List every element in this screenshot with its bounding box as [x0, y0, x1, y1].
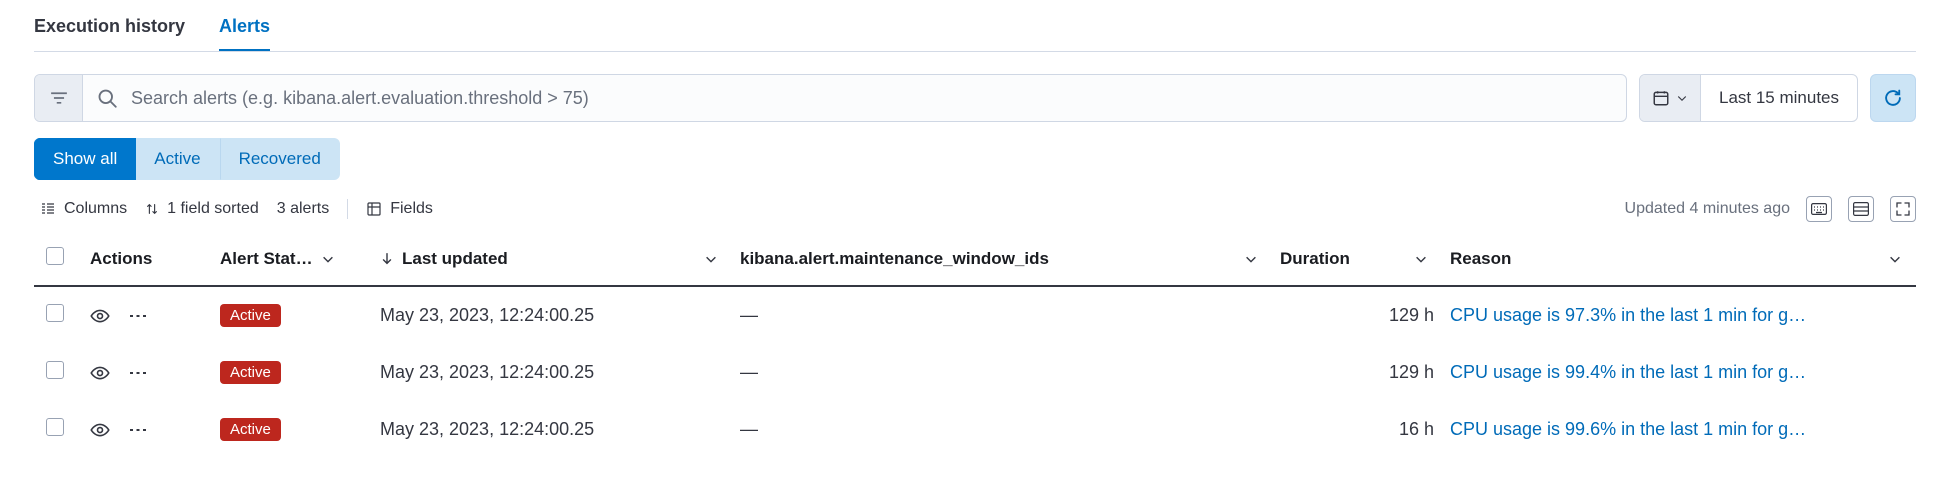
- view-details-button[interactable]: [90, 420, 110, 440]
- columns-button[interactable]: Columns: [40, 200, 127, 218]
- table-row: Active May 23, 2023, 12:24:00.25—129 h CPU…: [34, 286, 1916, 344]
- table-controls-bar: Columns 1 field sorted 3 alerts Fields U…: [40, 196, 1916, 222]
- table-header-row: Actions Alert Stat… Last updated: [34, 232, 1916, 286]
- col-reason-label: Reason: [1450, 249, 1511, 269]
- refresh-icon: [1883, 88, 1903, 108]
- search-input[interactable]: [129, 87, 1612, 110]
- tab-execution-history[interactable]: Execution history: [34, 8, 185, 51]
- more-actions-button[interactable]: [128, 313, 148, 319]
- sorted-button[interactable]: 1 field sorted: [145, 200, 259, 218]
- cell-maintenance-window: —: [732, 401, 1272, 458]
- filter-recovered[interactable]: Recovered: [220, 138, 340, 180]
- table-row: Active May 23, 2023, 12:24:00.25—16 h CPU …: [34, 401, 1916, 458]
- sorted-label: 1 field sorted: [167, 200, 259, 218]
- tab-alerts[interactable]: Alerts: [219, 8, 270, 51]
- tabs: Execution history Alerts: [34, 8, 1916, 52]
- cell-maintenance-window: —: [732, 286, 1272, 344]
- table-row: Active May 23, 2023, 12:24:00.25—129 h CPU…: [34, 344, 1916, 401]
- cell-duration: 129 h: [1272, 344, 1442, 401]
- alert-count: 3 alerts: [277, 200, 329, 218]
- filter-button[interactable]: [35, 75, 83, 121]
- fields-button[interactable]: Fields: [366, 200, 433, 218]
- status-badge: Active: [220, 361, 281, 384]
- columns-label: Columns: [64, 200, 127, 218]
- cell-last-updated: May 23, 2023, 12:24:00.25: [372, 286, 732, 344]
- keyboard-shortcuts-button[interactable]: [1806, 196, 1832, 222]
- chevron-down-icon: [1676, 92, 1688, 104]
- col-updated-label: Last updated: [402, 249, 508, 269]
- filter-show-all[interactable]: Show all: [34, 138, 136, 180]
- sort-icon: [145, 202, 159, 216]
- row-checkbox[interactable]: [46, 418, 64, 436]
- view-details-button[interactable]: [90, 363, 110, 383]
- col-duration[interactable]: Duration: [1272, 232, 1442, 286]
- search-wrap: [34, 74, 1627, 122]
- time-range-label[interactable]: Last 15 minutes: [1701, 75, 1857, 121]
- fullscreen-icon: [1895, 201, 1911, 217]
- row-checkbox[interactable]: [46, 361, 64, 379]
- fullscreen-button[interactable]: [1890, 196, 1916, 222]
- columns-icon: [40, 201, 56, 217]
- filter-active[interactable]: Active: [136, 138, 219, 180]
- col-reason[interactable]: Reason: [1442, 232, 1916, 286]
- list-icon: [1853, 202, 1869, 216]
- cell-duration: 16 h: [1272, 401, 1442, 458]
- calendar-icon: [1652, 89, 1670, 107]
- col-status-label: Alert Stat…: [220, 249, 313, 269]
- reason-link[interactable]: CPU usage is 99.4% in the last 1 min for…: [1450, 362, 1908, 383]
- col-select: [34, 232, 82, 286]
- fields-icon: [366, 201, 382, 217]
- col-actions: Actions: [82, 232, 212, 286]
- search-icon: [97, 88, 117, 108]
- fields-label: Fields: [390, 200, 433, 218]
- reason-link[interactable]: CPU usage is 99.6% in the last 1 min for…: [1450, 419, 1908, 440]
- cell-maintenance-window: —: [732, 344, 1272, 401]
- col-mw-label: kibana.alert.maintenance_window_ids: [740, 249, 1049, 269]
- cell-last-updated: May 23, 2023, 12:24:00.25: [372, 401, 732, 458]
- status-badge: Active: [220, 418, 281, 441]
- chevron-down-icon: [1888, 252, 1902, 266]
- time-picker: Last 15 minutes: [1639, 74, 1858, 122]
- chevron-down-icon: [1414, 252, 1428, 266]
- col-actions-label: Actions: [90, 249, 152, 268]
- status-filter-group: Show all Active Recovered: [34, 138, 340, 180]
- filter-icon: [50, 89, 68, 107]
- more-actions-button[interactable]: [128, 370, 148, 376]
- refresh-button[interactable]: [1870, 74, 1916, 122]
- cell-last-updated: May 23, 2023, 12:24:00.25: [372, 344, 732, 401]
- alerts-table: Actions Alert Stat… Last updated: [34, 232, 1916, 458]
- search-box: [83, 75, 1626, 121]
- col-duration-label: Duration: [1280, 249, 1350, 269]
- reason-link[interactable]: CPU usage is 97.3% in the last 1 min for…: [1450, 305, 1908, 326]
- chevron-down-icon: [704, 252, 718, 266]
- updated-label: Updated 4 minutes ago: [1625, 200, 1790, 218]
- toolbar: Last 15 minutes: [34, 74, 1916, 122]
- col-status[interactable]: Alert Stat…: [212, 232, 372, 286]
- sort-desc-icon: [380, 252, 394, 266]
- time-quick-select[interactable]: [1640, 75, 1701, 121]
- col-last-updated[interactable]: Last updated: [372, 232, 732, 286]
- col-maintenance-window[interactable]: kibana.alert.maintenance_window_ids: [732, 232, 1272, 286]
- cell-duration: 129 h: [1272, 286, 1442, 344]
- row-checkbox[interactable]: [46, 304, 64, 322]
- view-details-button[interactable]: [90, 306, 110, 326]
- keyboard-icon: [1811, 203, 1827, 215]
- chevron-down-icon: [1244, 252, 1258, 266]
- select-all-checkbox[interactable]: [46, 247, 64, 265]
- display-options-button[interactable]: [1848, 196, 1874, 222]
- more-actions-button[interactable]: [128, 427, 148, 433]
- status-badge: Active: [220, 304, 281, 327]
- divider: [347, 199, 348, 219]
- chevron-down-icon: [321, 252, 335, 266]
